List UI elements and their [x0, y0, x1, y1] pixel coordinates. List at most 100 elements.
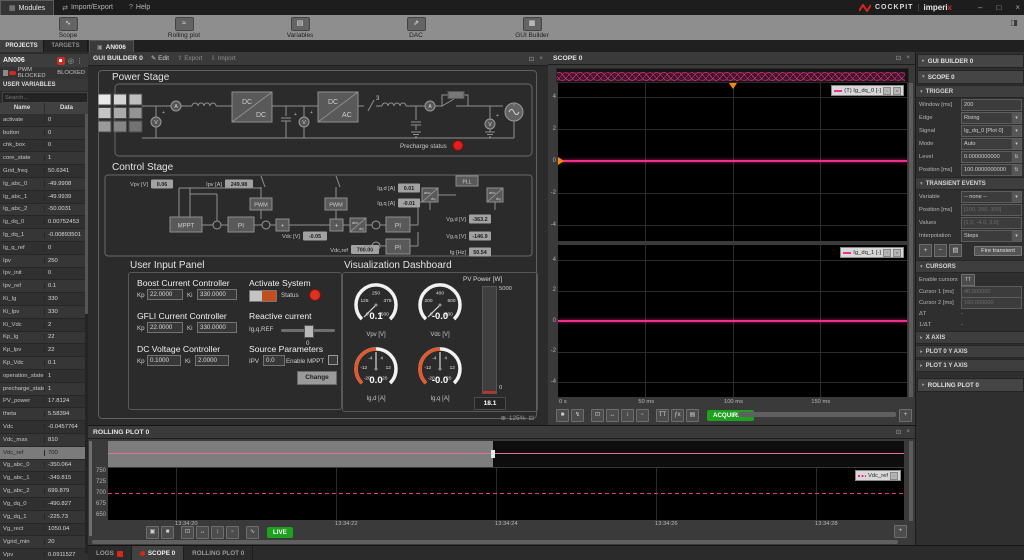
variable-value[interactable]: 0 — [44, 245, 88, 251]
table-row[interactable]: Ki_Vdc2 — [0, 319, 88, 332]
menu-help[interactable]: ?Help — [121, 0, 158, 15]
add-plot-button[interactable]: + — [894, 525, 907, 538]
bottom-tab-logs[interactable]: LOGS — [88, 546, 132, 560]
pin-icon[interactable]: ▫ — [883, 87, 891, 95]
chevron-down-icon[interactable]: ▾ — [1011, 126, 1021, 136]
variable-value[interactable]: 0.0911527 — [44, 552, 88, 558]
variable-value[interactable]: 330 — [44, 296, 88, 302]
zoom-fit-icon[interactable]: ⊡ — [181, 526, 194, 539]
add-plot-button[interactable]: + — [899, 409, 912, 422]
bottom-tab-rolling-plot-0[interactable]: ROLLING PLOT 0 — [184, 546, 253, 560]
variable-value[interactable]: 1 — [44, 155, 88, 161]
select-control[interactable]: Rising▾ — [961, 112, 1022, 124]
select-control[interactable]: Auto▾ — [961, 138, 1022, 150]
table-row[interactable]: theta5.58394 — [0, 408, 88, 421]
dcv-kp-field[interactable] — [147, 355, 181, 366]
variable-value[interactable]: 330 — [44, 309, 88, 315]
variable-value[interactable]: 5.58394 — [44, 411, 88, 417]
remove-event-button[interactable]: − — [934, 244, 947, 257]
variable-value[interactable]: -49.9908 — [44, 181, 88, 187]
single-trigger-icon[interactable]: ↯ — [571, 409, 584, 422]
spinner-icon[interactable]: ⇅ — [1011, 152, 1021, 162]
variable-value[interactable]: 1050.04 — [44, 526, 88, 532]
variable-value[interactable]: 17.8124 — [44, 398, 88, 404]
variable-value[interactable]: -0.00893501 — [44, 232, 88, 238]
table-row[interactable]: Ig_dq_00.00752453 — [0, 216, 88, 229]
duplicate-event-button[interactable]: ▤ — [949, 244, 962, 257]
rolling-plot-tool[interactable]: ≈Rolling plot — [156, 17, 212, 39]
stop-target-button[interactable] — [57, 57, 65, 65]
close-panel-icon[interactable]: × — [906, 428, 910, 436]
close-icon[interactable]: × — [893, 87, 901, 95]
export-button[interactable]: ⇧Export — [177, 55, 202, 62]
table-row[interactable]: chk_box0 — [0, 140, 88, 153]
menu-import-export[interactable]: ⇄Import/Export — [54, 0, 121, 15]
scope-plot-0[interactable]: 420-2-4(T) Ig_dq_0 [-]▫× — [558, 83, 907, 241]
group-scope[interactable]: ▾SCOPE 0 — [917, 70, 1024, 84]
variable-value[interactable]: 0 — [44, 142, 88, 148]
trigger-section-header[interactable]: ▾TRIGGER — [916, 85, 1024, 98]
variable-value[interactable]: 700 — [44, 450, 88, 456]
group-gui-builder[interactable]: ▸GUI BUILDER 0 — [917, 54, 1024, 68]
table-row[interactable]: PV_power17.8124 — [0, 396, 88, 409]
add-event-button[interactable]: + — [919, 244, 932, 257]
table-row[interactable]: Ki_Ig330 — [0, 293, 88, 306]
rolling-h-scrollbar[interactable] — [92, 540, 898, 544]
rolling-left-scrollbar[interactable] — [89, 441, 92, 536]
bottom-tab-scope-0[interactable]: SCOPE 0 — [132, 546, 184, 560]
table-row[interactable]: Vg_dq_0-490.827 — [0, 498, 88, 511]
gfli-kp-field[interactable] — [147, 322, 183, 333]
variable-value[interactable]: 699.879 — [44, 488, 88, 494]
rolling-v-scrollbar[interactable] — [909, 441, 913, 521]
variable-value[interactable]: 0 — [44, 130, 88, 136]
section-x-axis[interactable]: ▸X AXIS — [916, 331, 1024, 344]
column-data[interactable]: Data — [45, 103, 88, 114]
math-icon[interactable]: ƒx — [671, 409, 684, 422]
table-row[interactable]: Vdc-0.0457764 — [0, 421, 88, 434]
variable-value[interactable]: 0.1 — [44, 360, 88, 366]
variable-value[interactable]: 1 — [44, 386, 88, 392]
transient-section-header[interactable]: ▾TRANSIENT EVENTS — [916, 177, 1024, 190]
zoom-vertical-icon[interactable]: ↕ — [621, 409, 634, 422]
variable-value[interactable]: 0.00752453 — [44, 219, 88, 225]
table-row[interactable]: Vg_abc_0-350.064 — [0, 460, 88, 473]
scope-h-scrollbar[interactable] — [738, 412, 896, 417]
select-control[interactable]: Steps▾ — [961, 230, 1022, 242]
close-button[interactable]: × — [1015, 4, 1020, 12]
variable-value[interactable]: 0 — [44, 270, 88, 276]
column-name[interactable]: Name — [0, 103, 45, 114]
zoom-horizontal-icon[interactable]: ↔ — [606, 409, 619, 422]
variable-value[interactable]: 0 — [44, 117, 88, 123]
table-row[interactable]: Vg_abc_1-349.815 — [0, 472, 88, 485]
variable-value[interactable]: -225.73 — [44, 514, 88, 520]
table-row[interactable]: Grid_freq50.6341 — [0, 165, 88, 178]
dcv-ki-field[interactable] — [195, 355, 229, 366]
select-control[interactable]: -- none --▾ — [961, 191, 1022, 203]
kebab-menu-icon[interactable]: ⋮ — [76, 57, 83, 65]
section-plot-0-y-axis[interactable]: ▸PLOT 0 Y AXIS — [916, 345, 1024, 358]
cursors-section-header[interactable]: ▾CURSORS — [916, 260, 1024, 273]
table-row[interactable]: core_state1 — [0, 152, 88, 165]
zoom-vertical-icon[interactable]: ↕ — [211, 526, 224, 539]
float-panel-icon[interactable]: ⊡ — [896, 428, 901, 436]
table-row[interactable]: Vpv0.0911527 — [0, 549, 88, 560]
scope-overview-strip[interactable] — [556, 68, 909, 83]
variable-value[interactable]: 0.1 — [44, 283, 88, 289]
table-row[interactable]: Vdc_max810 — [0, 434, 88, 447]
pin-icon[interactable]: ▫ — [890, 472, 898, 480]
variable-value[interactable]: 250 — [44, 258, 88, 264]
menu-modules[interactable]: ▦Modules — [0, 0, 54, 15]
zoom-icon[interactable]: ⊕ — [500, 414, 505, 422]
scope-v-scrollbar[interactable] — [909, 83, 913, 397]
table-row[interactable]: Ig_abc_1-49.9939 — [0, 191, 88, 204]
table-row[interactable]: Ig_abc_2-50.0031 — [0, 204, 88, 217]
variable-value[interactable]: 20 — [44, 539, 88, 545]
spinner-icon[interactable]: ⇅ — [1011, 165, 1021, 175]
stop-icon[interactable]: ■ — [161, 526, 174, 539]
variable-value[interactable]: 22 — [44, 334, 88, 340]
export-data-icon[interactable]: ▤ — [686, 409, 699, 422]
float-panel-icon[interactable]: ⊡ — [529, 55, 534, 63]
rolling-overview-strip[interactable] — [108, 441, 904, 467]
overview-handle[interactable] — [491, 450, 495, 458]
select-control[interactable]: Ig_dq_0 [Plot 0]▾ — [961, 125, 1022, 137]
